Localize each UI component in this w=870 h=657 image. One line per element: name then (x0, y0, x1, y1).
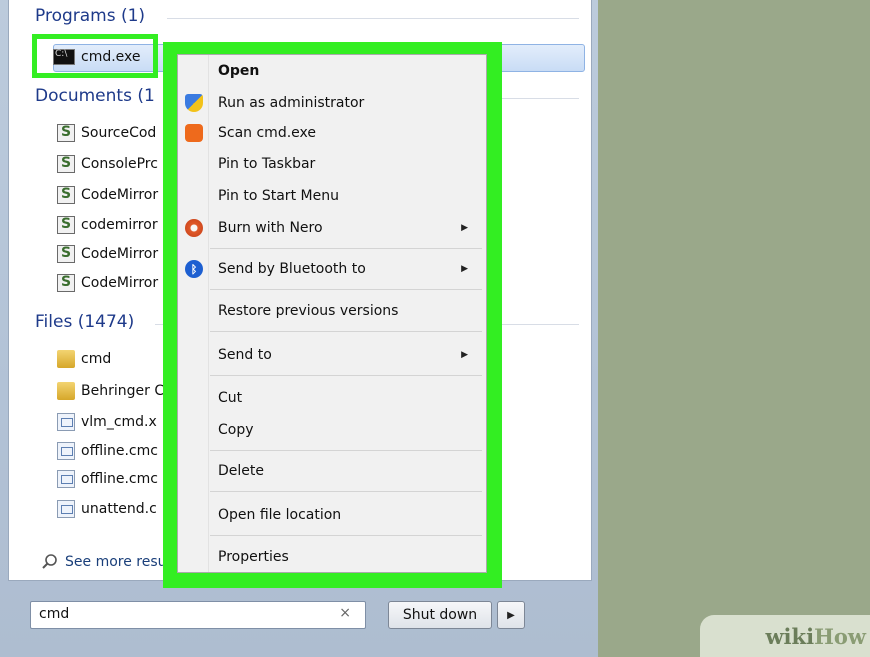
search-box[interactable]: × (30, 601, 366, 629)
list-item-label: SourceCod (81, 125, 157, 141)
menu-item-label: Send by Bluetooth to (218, 261, 366, 277)
menu-item-burn-nero[interactable]: Burn with Nero ▶ (178, 214, 486, 242)
menu-item-run-as-admin[interactable]: Run as administrator (178, 89, 486, 117)
file-icon (57, 470, 75, 488)
menu-separator (210, 289, 482, 290)
list-item-label: CodeMirror (81, 246, 159, 262)
menu-item-open-file-location[interactable]: Open file location (178, 501, 486, 529)
script-icon (57, 274, 75, 292)
folder-icon (57, 350, 75, 368)
list-item-label: Behringer C (81, 383, 165, 399)
menu-item-label: Run as administrator (218, 95, 365, 111)
list-item[interactable]: vlm_cmd.x (57, 413, 157, 431)
list-item-label: vlm_cmd.x (81, 414, 157, 430)
programs-header: Programs (1) (35, 6, 146, 26)
file-icon (57, 500, 75, 518)
list-item[interactable]: offline.cmc (57, 470, 158, 488)
menu-separator (210, 535, 482, 536)
list-item[interactable]: cmd (57, 350, 111, 368)
file-icon (57, 413, 75, 431)
menu-item-label: Burn with Nero (218, 220, 323, 236)
menu-item-pin-start[interactable]: Pin to Start Menu (178, 182, 486, 210)
submenu-arrow-icon: ▶ (461, 264, 468, 274)
list-item[interactable]: codemirror (57, 216, 158, 234)
clear-search-button[interactable]: × (339, 605, 351, 621)
menu-item-open[interactable]: Open (178, 57, 486, 85)
list-item-label: offline.cmc (81, 471, 158, 487)
script-icon (57, 186, 75, 204)
menu-item-scan[interactable]: Scan cmd.exe (178, 119, 486, 147)
search-input[interactable] (39, 606, 319, 622)
menu-item-label: Open file location (218, 507, 342, 523)
submenu-arrow-icon: ▶ (461, 350, 468, 360)
uac-shield-icon (185, 94, 203, 112)
nero-icon (185, 219, 203, 237)
list-item[interactable]: CodeMirror (57, 186, 158, 204)
menu-item-label: Cut (218, 390, 243, 406)
watermark-part1: wiki (765, 623, 815, 649)
see-more-label: See more resu (65, 554, 167, 570)
list-item[interactable]: CodeMirror (57, 245, 158, 263)
avast-icon (185, 124, 203, 142)
menu-item-send-to[interactable]: Send to ▶ (178, 341, 486, 369)
menu-item-cut[interactable]: Cut (178, 384, 486, 412)
list-item-label: offline.cmc (81, 443, 158, 459)
script-icon (57, 216, 75, 234)
menu-item-properties[interactable]: Properties (178, 543, 486, 571)
folder-icon (57, 382, 75, 400)
menu-item-label: Pin to Taskbar (218, 156, 316, 172)
bluetooth-icon: ᛒ (185, 260, 203, 278)
script-icon (57, 245, 75, 263)
documents-header: Documents (1 (35, 86, 155, 106)
menu-item-label: Properties (218, 549, 289, 565)
list-item-label: CodeMirror (81, 275, 159, 291)
menu-separator (210, 248, 482, 249)
files-header: Files (1474) (35, 312, 135, 332)
wikihow-watermark: wiki How (700, 615, 870, 657)
menu-separator (210, 450, 482, 451)
file-icon (57, 442, 75, 460)
menu-item-label: Delete (218, 463, 264, 479)
list-item[interactable]: ConsolePrc (57, 155, 158, 173)
menu-item-restore-versions[interactable]: Restore previous versions (178, 297, 486, 325)
list-item[interactable]: CodeMirror (57, 274, 158, 292)
menu-item-label: Restore previous versions (218, 303, 399, 319)
list-item-label: unattend.c (81, 501, 157, 517)
menu-separator (210, 331, 482, 332)
shutdown-options-button[interactable]: ▶ (497, 601, 525, 629)
see-more-results-link[interactable]: See more resu (41, 553, 167, 571)
list-item[interactable]: unattend.c (57, 500, 157, 518)
context-menu: Open Run as administrator Scan cmd.exe P… (177, 54, 487, 573)
list-item[interactable]: offline.cmc (57, 442, 158, 460)
search-icon (42, 554, 57, 569)
menu-item-copy[interactable]: Copy (178, 416, 486, 444)
watermark-part2: How (814, 623, 866, 649)
menu-item-label: Copy (218, 422, 254, 438)
script-icon (57, 124, 75, 142)
menu-item-label: Send to (218, 347, 272, 363)
list-item[interactable]: SourceCod (57, 124, 156, 142)
script-icon (57, 155, 75, 173)
menu-item-label: Pin to Start Menu (218, 188, 339, 204)
shutdown-button[interactable]: Shut down (388, 601, 492, 629)
menu-item-label: Scan cmd.exe (218, 125, 316, 141)
list-item-label: cmd (81, 351, 112, 367)
menu-separator (210, 375, 482, 376)
list-item-label: ConsolePrc (81, 156, 158, 172)
menu-item-delete[interactable]: Delete (178, 457, 486, 485)
divider (167, 18, 579, 19)
menu-item-label: Open (218, 63, 260, 79)
list-item-label: codemirror (81, 217, 158, 233)
submenu-arrow-icon: ▶ (461, 223, 468, 233)
list-item-label: CodeMirror (81, 187, 159, 203)
menu-item-send-bluetooth[interactable]: ᛒ Send by Bluetooth to ▶ (178, 255, 486, 283)
menu-separator (210, 491, 482, 492)
cmd-highlight-box (32, 34, 158, 78)
list-item[interactable]: Behringer C (57, 382, 164, 400)
menu-item-pin-taskbar[interactable]: Pin to Taskbar (178, 150, 486, 178)
